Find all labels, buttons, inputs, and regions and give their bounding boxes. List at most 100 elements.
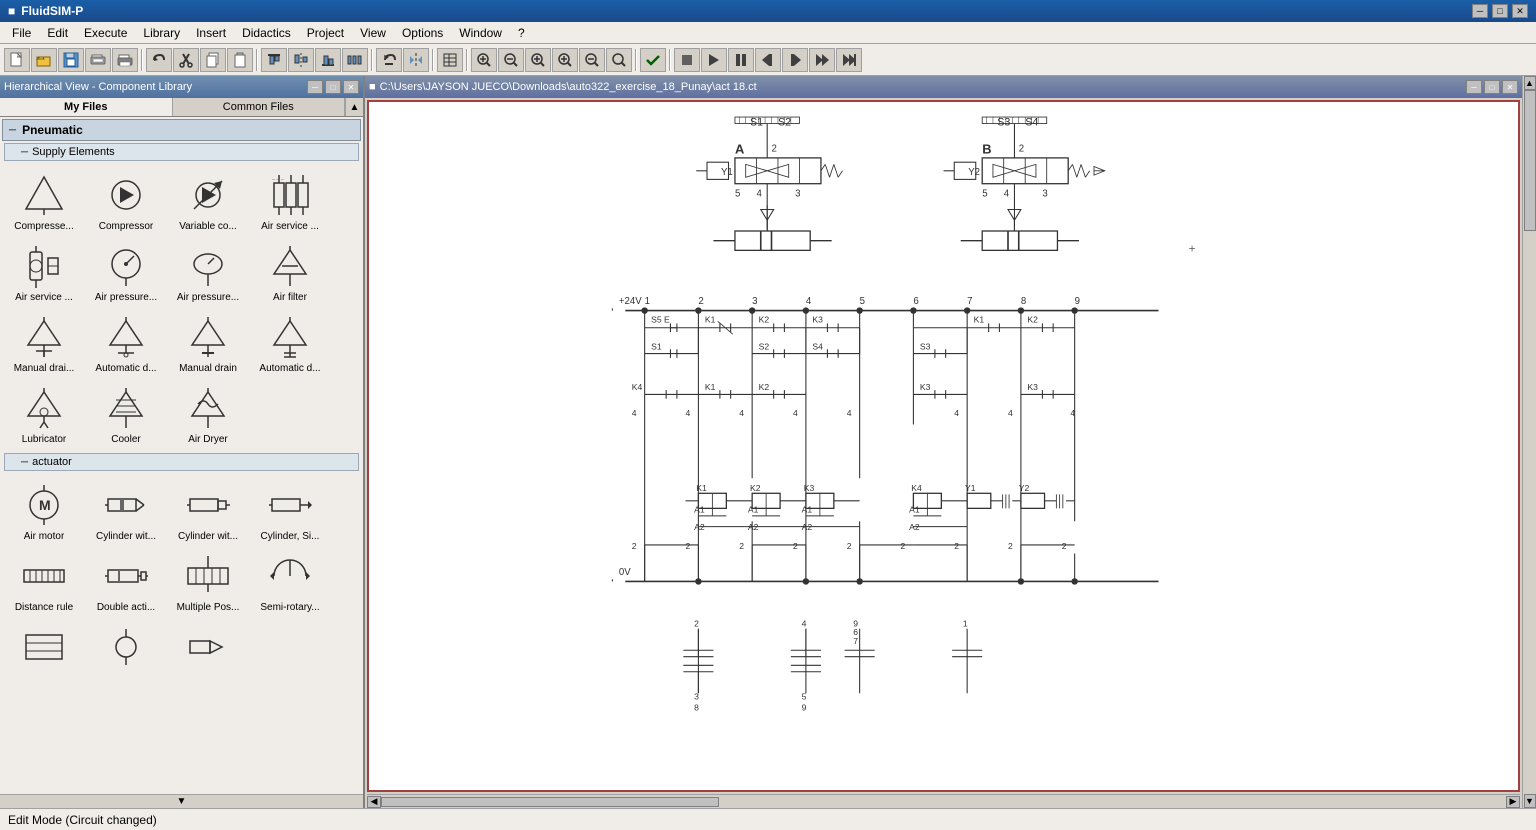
scroll-left-button[interactable]: ◀ [367, 796, 381, 808]
circuit-diagram: S1 S2 A [369, 102, 1518, 790]
align-center-button[interactable] [288, 48, 314, 72]
print-button[interactable] [112, 48, 138, 72]
scroll-thumb-h[interactable] [381, 797, 719, 807]
canvas-minimize-button[interactable]: ─ [1466, 80, 1482, 94]
comp-air-motor[interactable]: M Air motor [4, 476, 84, 545]
svg-text:4: 4 [954, 408, 959, 418]
menu-window[interactable]: Window [451, 24, 510, 42]
comp-double-acting[interactable]: Double acti... [86, 547, 166, 616]
step-fwd-button[interactable] [782, 48, 808, 72]
library-maximize-button[interactable]: □ [325, 80, 341, 94]
menu-didactics[interactable]: Didactics [234, 24, 299, 42]
close-button[interactable]: ✕ [1512, 4, 1528, 18]
horizontal-scrollbar[interactable]: ◀ ▶ [367, 794, 1520, 808]
copy-button[interactable] [200, 48, 226, 72]
comp-misc3[interactable] [168, 618, 248, 676]
new-button[interactable] [4, 48, 30, 72]
tab-my-files[interactable]: My Files [0, 98, 173, 116]
comp-cylinder1[interactable]: Cylinder wit... [86, 476, 166, 545]
step-back-button[interactable] [755, 48, 781, 72]
menu-help[interactable]: ? [510, 24, 533, 42]
zoom-reset-btn[interactable] [606, 48, 632, 72]
minimize-button[interactable]: ─ [1472, 4, 1488, 18]
pause-button[interactable] [728, 48, 754, 72]
sub-category-actuator[interactable]: ─ actuator [4, 453, 359, 471]
check-button[interactable] [640, 48, 666, 72]
fast-fwd2-button[interactable] [836, 48, 862, 72]
align-bottom-button[interactable] [315, 48, 341, 72]
comp-cylinder2[interactable]: Cylinder wit... [168, 476, 248, 545]
print-preview-button[interactable] [85, 48, 111, 72]
undo-button[interactable] [146, 48, 172, 72]
comp-manual-drain2[interactable]: Manual drain [168, 308, 248, 377]
comp-air-dryer[interactable]: Air Dryer [168, 379, 248, 448]
svg-text:9: 9 [1075, 296, 1080, 307]
comp-distance-rule[interactable]: Distance rule [4, 547, 84, 616]
library-scroll-area[interactable]: ─ Pneumatic ─ Supply Elements [0, 117, 363, 794]
library-scroll-down-btn[interactable]: ▼ [0, 794, 363, 808]
canvas-maximize-button[interactable]: □ [1484, 80, 1500, 94]
comp-misc1[interactable] [4, 618, 84, 676]
rotate-button[interactable] [376, 48, 402, 72]
play-button[interactable] [701, 48, 727, 72]
comp-compressor1[interactable]: Compresse... [4, 166, 84, 235]
comp-misc2[interactable] [86, 618, 166, 676]
scroll-up-button[interactable]: ▲ [1524, 76, 1536, 90]
scroll-thumb-v[interactable] [1524, 90, 1536, 231]
scroll-track-v[interactable] [1524, 90, 1536, 794]
scroll-right-button[interactable]: ▶ [1506, 796, 1520, 808]
comp-variable-co[interactable]: Variable co... [168, 166, 248, 235]
comp-air-filter[interactable]: Air filter [250, 237, 330, 306]
menu-view[interactable]: View [352, 24, 394, 42]
align-top-button[interactable] [261, 48, 287, 72]
library-close-button[interactable]: ✕ [343, 80, 359, 94]
menu-file[interactable]: File [4, 24, 39, 42]
zoom-fit-button[interactable] [471, 48, 497, 72]
menu-options[interactable]: Options [394, 24, 451, 42]
menu-project[interactable]: Project [299, 24, 352, 42]
comp-cylinder3[interactable]: Cylinder, Si... [250, 476, 330, 545]
distribute-button[interactable] [342, 48, 368, 72]
zoom-out-btn[interactable] [498, 48, 524, 72]
category-pneumatic[interactable]: ─ Pneumatic [2, 119, 361, 141]
scroll-down-button[interactable]: ▼ [1524, 794, 1536, 808]
table-button[interactable] [437, 48, 463, 72]
canvas-close-button[interactable]: ✕ [1502, 80, 1518, 94]
open-button[interactable] [31, 48, 57, 72]
menu-insert[interactable]: Insert [188, 24, 234, 42]
tab-common-files[interactable]: Common Files [173, 98, 346, 116]
comp-multiple-pos[interactable]: Multiple Pos... [168, 547, 248, 616]
vertical-scrollbar[interactable]: ▲ ▼ [1522, 76, 1536, 808]
zoom-in2-btn[interactable] [552, 48, 578, 72]
library-scroll-up[interactable]: ▲ [345, 98, 363, 116]
paste-button[interactable] [227, 48, 253, 72]
stop-button[interactable] [674, 48, 700, 72]
comp-air-service2[interactable]: Air service ... [4, 237, 84, 306]
comp-compressor2[interactable]: Compressor [86, 166, 166, 235]
svg-text:K2: K2 [759, 314, 770, 324]
comp-double-acting-icon [100, 550, 152, 602]
menu-library[interactable]: Library [135, 24, 188, 42]
comp-automatic-drain2[interactable]: Automatic d... [250, 308, 330, 377]
comp-semi-rotary[interactable]: Semi-rotary... [250, 547, 330, 616]
menu-edit[interactable]: Edit [39, 24, 76, 42]
circuit-canvas[interactable]: S1 S2 A [367, 100, 1520, 792]
save-button[interactable] [58, 48, 84, 72]
cut-button[interactable] [173, 48, 199, 72]
comp-cooler[interactable]: Cooler [86, 379, 166, 448]
comp-air-pressure2[interactable]: Air pressure... [168, 237, 248, 306]
comp-air-pressure1[interactable]: Air pressure... [86, 237, 166, 306]
zoom-in-btn[interactable] [525, 48, 551, 72]
library-minimize-button[interactable]: ─ [307, 80, 323, 94]
comp-lubricator[interactable]: Lubricator [4, 379, 84, 448]
comp-automatic-drain1[interactable]: Automatic d... [86, 308, 166, 377]
zoom-out2-btn[interactable] [579, 48, 605, 72]
sub-category-supply-elements[interactable]: ─ Supply Elements [4, 143, 359, 161]
maximize-button[interactable]: □ [1492, 4, 1508, 18]
comp-manual-drain1[interactable]: Manual drai... [4, 308, 84, 377]
menu-execute[interactable]: Execute [76, 24, 135, 42]
mirror-button[interactable] [403, 48, 429, 72]
fast-fwd-button[interactable] [809, 48, 835, 72]
scroll-track-h[interactable] [381, 797, 1506, 807]
comp-air-service1[interactable]: ┄ ┄ ┄ Air service ... [250, 166, 330, 235]
